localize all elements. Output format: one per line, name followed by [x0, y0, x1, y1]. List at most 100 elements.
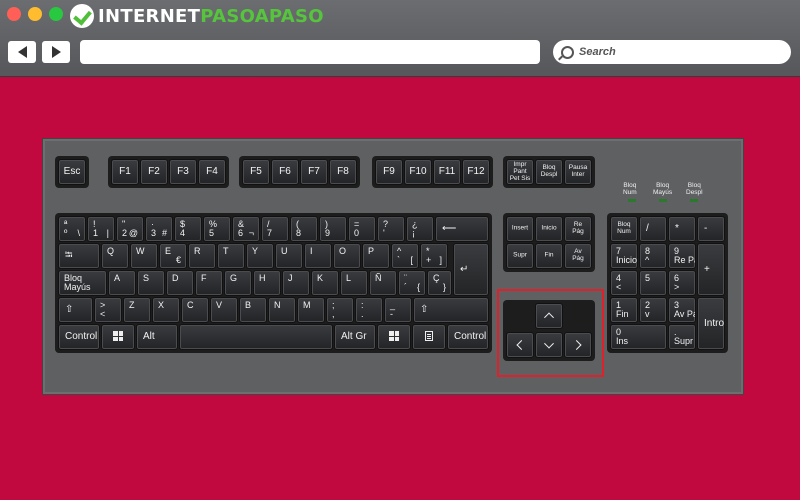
- key-b: B: [239, 297, 267, 323]
- back-button[interactable]: [8, 41, 36, 63]
- key-n-label: N: [274, 300, 281, 310]
- num-lock-led-label: Bloq Num: [623, 182, 637, 196]
- key-end-label: Fin: [544, 251, 554, 259]
- key-q: Q: [101, 243, 129, 269]
- key-num-lock: Bloq Num: [610, 216, 638, 242]
- key-insert-label: Insert: [511, 224, 529, 232]
- key-v: V: [210, 297, 238, 323]
- key-page-down: Av Pág: [564, 243, 592, 269]
- key-f11-label: F11: [438, 165, 456, 177]
- key-num-0-label: Ins: [616, 335, 629, 346]
- key-num-divide-label: /: [646, 222, 649, 234]
- key-2-label: @: [128, 227, 138, 238]
- key-caps-lock: Bloq Mayús: [58, 270, 107, 296]
- caps-lock-led-label: Bloq Mayús: [653, 182, 673, 196]
- key-enter-label: ↵: [460, 263, 469, 275]
- key-num-1: 1 Fin: [610, 297, 638, 323]
- key-page-up: Re Pág: [564, 216, 592, 242]
- key-left-control-label: Control: [65, 330, 98, 342]
- key-end: Fin: [535, 243, 563, 269]
- key-right-shift-label: ⇧: [420, 303, 429, 315]
- key-m: M: [297, 297, 325, 323]
- key-pause: Pausa Inter: [564, 159, 592, 185]
- close-window-button[interactable]: [7, 7, 21, 21]
- arrow-keys-highlight: [497, 289, 604, 377]
- key-f2: F2: [140, 159, 168, 185]
- key-a-label: A: [114, 273, 121, 283]
- key-left-shift: ⇧: [58, 297, 93, 323]
- key-alt-gr-label: Alt Gr: [341, 330, 367, 342]
- key-page-down-label: Av Pág: [572, 248, 584, 262]
- key-o: O: [333, 243, 361, 269]
- key-alt-label: Alt: [143, 330, 155, 342]
- forward-button[interactable]: [42, 41, 70, 63]
- key-num-5-label: 5: [645, 273, 651, 283]
- key-n: N: [268, 297, 296, 323]
- key-right-shift: ⇧: [413, 297, 489, 323]
- key-num-decimal: . Supr: [668, 324, 696, 350]
- search-placeholder: Search: [579, 46, 616, 58]
- key-h-label: H: [259, 273, 266, 283]
- key-x-label: X: [158, 300, 165, 310]
- key-1: ! 1 |: [87, 216, 115, 242]
- key-d-label: D: [172, 273, 179, 283]
- key-f3-label: F3: [177, 165, 189, 177]
- key-space: [179, 324, 333, 350]
- key-u: U: [275, 243, 303, 269]
- scroll-lock-led-label: Bloq Despl: [686, 182, 703, 196]
- key-left-control: Control: [58, 324, 100, 350]
- key-a: A: [108, 270, 136, 296]
- key-p-label: P: [368, 246, 375, 256]
- key-backspace-label: ⟵: [442, 222, 457, 234]
- key-num-4-label: <: [616, 281, 622, 292]
- key-3-label: 3: [151, 227, 157, 238]
- key-minus: _ -: [384, 297, 412, 323]
- key-f1: F1: [111, 159, 139, 185]
- search-input[interactable]: Search: [553, 40, 791, 64]
- search-icon: [561, 45, 574, 59]
- key-num-multiply-label: *: [675, 222, 679, 234]
- key-right-control: Control: [447, 324, 489, 350]
- minimize-window-button[interactable]: [28, 7, 42, 21]
- key-num-divide: /: [639, 216, 667, 242]
- key-right-windows: [377, 324, 411, 350]
- context-menu-icon: [425, 331, 433, 341]
- key-f5: F5: [242, 159, 270, 185]
- keyboard-illustration: Bloq Num Bloq Mayús Bloq Despl Esc F1 F2 F3…: [42, 138, 744, 395]
- key-7-label: 7: [267, 227, 273, 238]
- logo-text-accent: PASOAPASO: [200, 5, 324, 27]
- key-num-4: 4 <: [610, 270, 638, 296]
- key-less-than-label: <: [100, 308, 106, 319]
- key-5: % 5: [203, 216, 231, 242]
- key-8: (8: [290, 216, 318, 242]
- key-f5-label: F5: [250, 165, 262, 177]
- caps-lock-led: [659, 199, 667, 202]
- arrow-left-icon: [17, 46, 27, 58]
- num-lock-led: [628, 199, 636, 202]
- key-e-label: €: [175, 254, 181, 265]
- key-plus-label: +: [426, 254, 432, 265]
- maximize-window-button[interactable]: [49, 7, 63, 21]
- key-m-label: M: [303, 300, 311, 310]
- key-num-9: 9Re Pág: [668, 243, 696, 269]
- browser-chrome: INTERNETPASOAPASO Search: [0, 0, 800, 77]
- key-z-label: Z: [129, 300, 135, 310]
- key-comma: ;,: [326, 297, 354, 323]
- key-w-label: W: [136, 246, 145, 256]
- key-c: C: [181, 297, 209, 323]
- key-num-0: 0 Ins: [610, 324, 667, 350]
- key-f11: F11: [433, 159, 461, 185]
- key-alt-gr: Alt Gr: [334, 324, 376, 350]
- key-y-label: Y: [252, 246, 259, 256]
- key-num-1-label: Fin: [616, 308, 629, 319]
- key-e: E €: [159, 243, 187, 269]
- key-k-label: K: [317, 273, 324, 283]
- key-comma-label: ,: [332, 308, 335, 319]
- key-backspace: ⟵: [435, 216, 489, 242]
- key-num-multiply: *: [668, 216, 696, 242]
- address-bar[interactable]: [80, 40, 540, 64]
- key-esc: Esc: [58, 159, 86, 185]
- windows-logo-icon: [389, 331, 399, 341]
- key-t-label: T: [223, 246, 229, 256]
- key-f6: F6: [271, 159, 299, 185]
